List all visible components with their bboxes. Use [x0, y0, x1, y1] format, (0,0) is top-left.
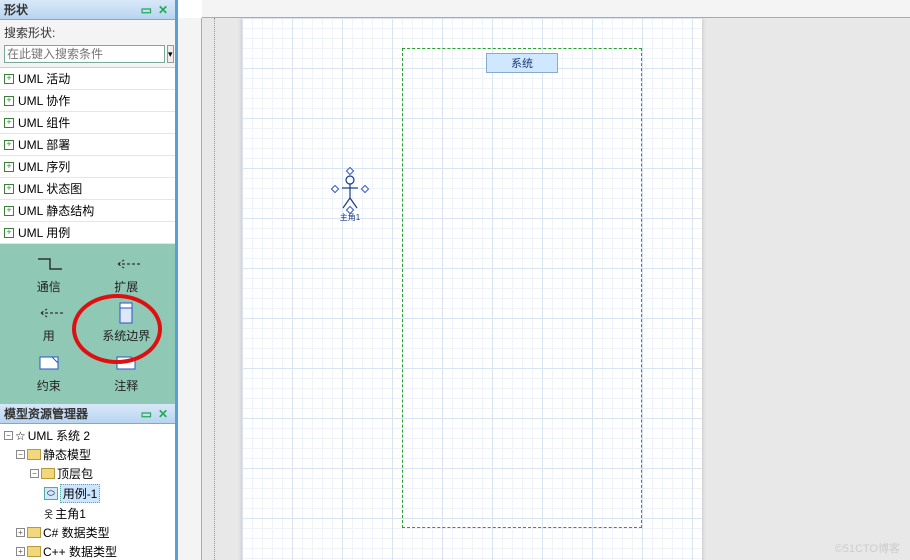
tree-actor-1[interactable]: 옷主角1: [2, 504, 173, 523]
uml-system-icon: ☆: [15, 429, 26, 443]
shape-use[interactable]: 用: [10, 299, 88, 348]
vertical-ruler[interactable]: [178, 18, 202, 560]
expand-icon: +: [4, 228, 14, 238]
expand-icon: +: [4, 140, 14, 150]
category-uml-deployment[interactable]: +UML 部署: [0, 134, 175, 156]
expand-icon: +: [4, 162, 14, 172]
usecase-icon: ⬭: [44, 487, 58, 500]
tree-root[interactable]: −☆UML 系统 2: [2, 426, 173, 445]
explorer-panel-header: 模型资源管理器 ▭ ✕: [0, 404, 175, 424]
tree-csharp-types[interactable]: +C# 数据类型: [2, 523, 173, 542]
category-uml-sequence[interactable]: +UML 序列: [0, 156, 175, 178]
category-uml-activity[interactable]: +UML 活动: [0, 68, 175, 90]
use-icon: [35, 303, 63, 323]
folder-icon: [41, 468, 55, 479]
watermark: ©51CTO博客: [835, 540, 900, 556]
tree-cpp-types[interactable]: +C++ 数据类型: [2, 542, 173, 560]
expand-icon[interactable]: +: [16, 547, 25, 556]
actor-icon: 옷: [44, 506, 53, 521]
extend-icon: [112, 254, 140, 274]
system-boundary-title[interactable]: 系统: [486, 53, 558, 73]
selection-handle[interactable]: [331, 185, 339, 193]
communication-icon: [35, 254, 63, 274]
shapes-panel-title: 形状: [4, 1, 138, 18]
tree-top-package[interactable]: −顶层包: [2, 464, 173, 483]
expand-icon: +: [4, 206, 14, 216]
shape-note[interactable]: 注释: [88, 349, 166, 398]
expand-icon[interactable]: +: [16, 528, 25, 537]
shape-search-area: 搜索形状: ▾ →: [0, 20, 175, 67]
tree-static-model[interactable]: −静态模型: [2, 445, 173, 464]
expand-icon: +: [4, 118, 14, 128]
category-uml-static[interactable]: +UML 静态结构: [0, 200, 175, 222]
canvas-area: 系统 主角1 ©51CTO博客: [175, 0, 910, 560]
panel-close-icon[interactable]: ✕: [155, 3, 171, 17]
shape-communication[interactable]: 通信: [10, 250, 88, 299]
search-label: 搜索形状:: [4, 24, 171, 41]
page-margin-guide: [214, 18, 215, 560]
expand-icon: +: [4, 184, 14, 194]
selection-handle[interactable]: [361, 185, 369, 193]
expand-icon: +: [4, 74, 14, 84]
folder-icon: [27, 449, 41, 460]
panel-close-icon[interactable]: ✕: [155, 407, 171, 421]
shape-constraint[interactable]: 约束: [10, 349, 88, 398]
horizontal-ruler[interactable]: [202, 0, 910, 18]
drawing-surface[interactable]: 系统 主角1: [202, 18, 910, 560]
folder-icon: [27, 546, 41, 557]
constraint-icon: [35, 353, 63, 373]
panel-pin-icon[interactable]: ▭: [138, 407, 155, 421]
system-boundary-shape[interactable]: 系统: [402, 48, 642, 528]
collapse-icon[interactable]: −: [30, 469, 39, 478]
folder-icon: [27, 527, 41, 538]
expand-icon: +: [4, 96, 14, 106]
shapes-panel-header: 形状 ▭ ✕: [0, 0, 175, 20]
shape-palette: 通信 扩展 用 系统边界 约束 注释: [0, 244, 175, 404]
collapse-icon[interactable]: −: [4, 431, 13, 440]
shape-extend[interactable]: 扩展: [88, 250, 166, 299]
shape-category-list: +UML 活动 +UML 协作 +UML 组件 +UML 部署 +UML 序列 …: [0, 67, 175, 244]
shape-system-boundary[interactable]: 系统边界: [88, 299, 166, 348]
shape-search-input[interactable]: [4, 45, 165, 63]
model-tree: −☆UML 系统 2 −静态模型 −顶层包 ⬭用例-1 옷主角1 +C# 数据类…: [0, 424, 175, 560]
system-boundary-icon: [112, 303, 140, 323]
category-uml-usecase[interactable]: +UML 用例: [0, 222, 175, 244]
note-icon: [112, 353, 140, 373]
panel-pin-icon[interactable]: ▭: [138, 3, 155, 17]
collapse-icon[interactable]: −: [16, 450, 25, 459]
drawing-page[interactable]: 系统 主角1: [242, 18, 702, 560]
actor-shape[interactable]: 主角1: [338, 174, 362, 223]
tree-usecase-1[interactable]: ⬭用例-1: [2, 483, 173, 504]
search-dropdown-icon[interactable]: ▾: [167, 45, 174, 63]
actor-icon: [340, 174, 360, 210]
category-uml-collaboration[interactable]: +UML 协作: [0, 90, 175, 112]
category-uml-component[interactable]: +UML 组件: [0, 112, 175, 134]
explorer-panel-title: 模型资源管理器: [4, 405, 138, 422]
category-uml-state[interactable]: +UML 状态图: [0, 178, 175, 200]
